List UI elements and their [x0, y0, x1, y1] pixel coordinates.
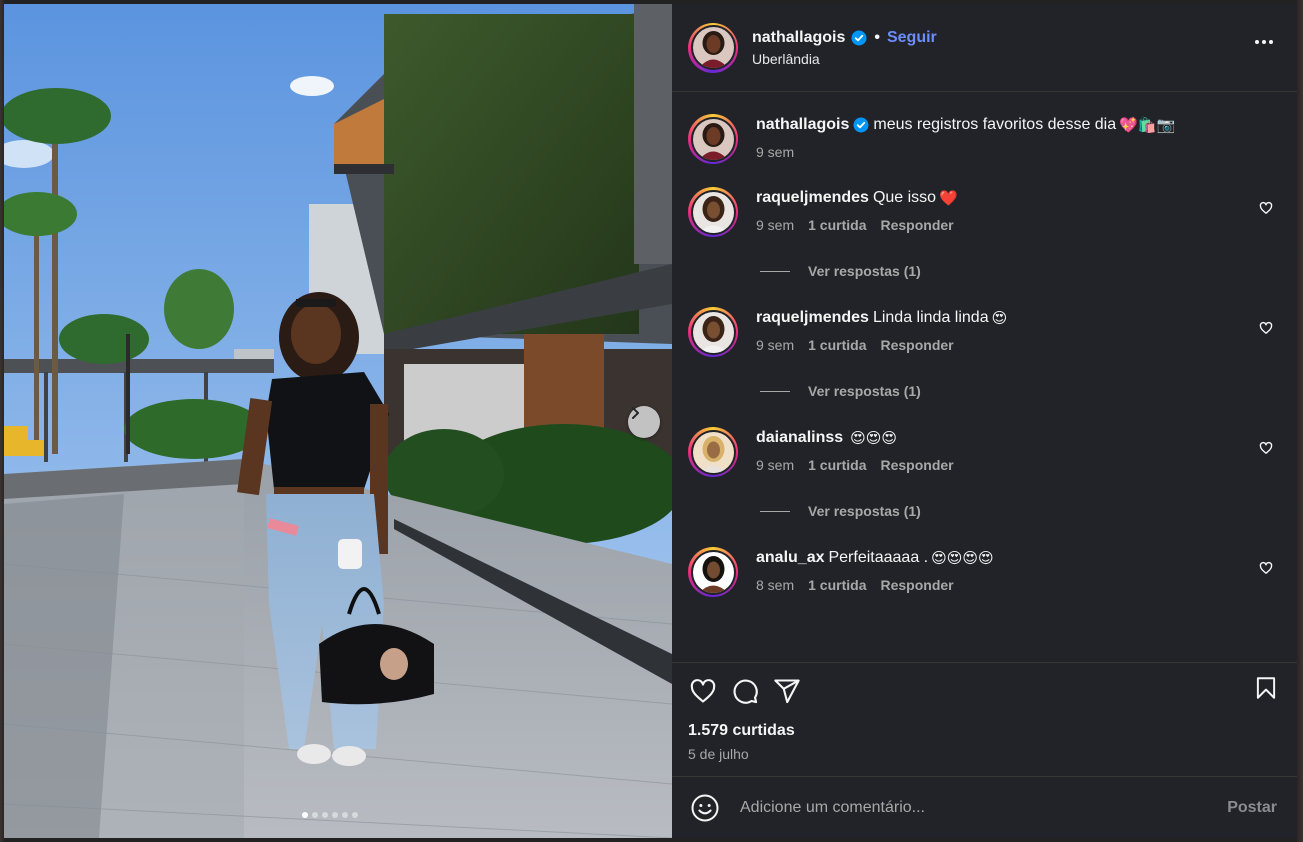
emoji-icon[interactable]	[690, 793, 720, 823]
comment-time[interactable]: 8 sem	[756, 577, 794, 593]
comment-like-count[interactable]: 1 curtida	[808, 217, 866, 233]
replies-divider	[760, 390, 790, 392]
comment-like-count[interactable]: 1 curtida	[808, 577, 866, 593]
carousel-dot	[302, 812, 308, 818]
reply-button[interactable]: Responder	[880, 217, 953, 233]
comment-text: Que isso	[872, 189, 937, 206]
view-replies-button[interactable]: Ver respostas (1)	[760, 383, 1281, 399]
carousel-dot	[352, 812, 358, 818]
author-avatar-image	[692, 27, 734, 68]
comment-icon[interactable]	[730, 677, 760, 705]
carousel-dot	[342, 812, 348, 818]
carousel-dot	[332, 812, 338, 818]
commenter-avatar[interactable]	[688, 307, 738, 357]
comment-input[interactable]	[740, 798, 1228, 817]
chevron-right-icon	[632, 407, 639, 419]
caption-time[interactable]: 9 sem	[756, 144, 794, 160]
view-replies-button[interactable]: Ver respostas (1)	[760, 503, 1281, 519]
author-avatar[interactable]	[688, 22, 738, 73]
comment-like-count[interactable]: 1 curtida	[808, 337, 866, 353]
comment-text: Linda linda linda	[872, 309, 989, 326]
caption-username[interactable]: nathallagois	[756, 114, 849, 136]
comment-emojis: 😍😍😍😍	[931, 549, 994, 567]
comment-item: analu_ax Perfeitaaaaa . 😍😍😍😍 8 sem 1 cur…	[688, 547, 1281, 597]
comment-username[interactable]: analu_ax	[756, 547, 824, 569]
carousel-dot	[322, 812, 328, 818]
post-comment-button[interactable]: Postar	[1227, 799, 1277, 817]
comment-emojis: ❤️	[939, 189, 958, 207]
post-location[interactable]: Uberlândia	[752, 51, 937, 67]
verified-badge-icon	[853, 117, 869, 133]
comment-emojis: 😍😍😍	[850, 429, 898, 447]
comment-item: raqueljmendes Que isso ❤️ 9 sem 1 curtid…	[688, 187, 1281, 237]
like-comment-heart-icon[interactable]	[1259, 561, 1273, 580]
more-options-icon[interactable]	[1255, 40, 1273, 44]
like-comment-heart-icon[interactable]	[1259, 321, 1273, 340]
commenter-avatar-image	[692, 311, 734, 353]
commenter-avatar-image	[692, 191, 734, 233]
header-separator: •	[874, 28, 880, 46]
share-icon[interactable]	[772, 677, 802, 705]
view-replies-label: Ver respostas (1)	[808, 503, 921, 519]
post-date[interactable]: 5 de julho	[672, 746, 1297, 762]
commenter-avatar[interactable]	[688, 427, 738, 477]
comments-list[interactable]: nathallagois meus registros favoritos de…	[672, 92, 1297, 662]
heart-icon[interactable]	[688, 677, 718, 705]
post-modal: nathallagois • Seguir Uberlândia nathall…	[4, 4, 1297, 838]
commenter-avatar[interactable]	[688, 187, 738, 237]
commenter-avatar-image	[692, 551, 734, 593]
comment-item: daianalinss 😍😍😍 9 sem 1 curtida Responde…	[688, 427, 1281, 477]
commenter-avatar-image	[692, 431, 734, 473]
carousel-indicator	[302, 812, 358, 818]
carousel-dot	[312, 812, 318, 818]
comment-time[interactable]: 9 sem	[756, 337, 794, 353]
comment-item: raqueljmendes Linda linda linda 😍 9 sem …	[688, 307, 1281, 357]
commenter-avatar[interactable]	[688, 547, 738, 597]
view-replies-label: Ver respostas (1)	[808, 263, 921, 279]
caption-avatar-image	[692, 118, 734, 160]
post-photo	[4, 4, 672, 838]
caption-avatar[interactable]	[688, 114, 738, 164]
reply-button[interactable]: Responder	[880, 337, 953, 353]
like-comment-heart-icon[interactable]	[1259, 201, 1273, 220]
verified-badge-icon	[851, 30, 867, 46]
like-count[interactable]: 1.579 curtidas	[672, 722, 1297, 740]
reply-button[interactable]: Responder	[880, 457, 953, 473]
post-caption: nathallagois meus registros favoritos de…	[688, 114, 1281, 164]
comment-text: Perfeitaaaaa .	[828, 549, 929, 566]
next-photo-button[interactable]	[628, 406, 660, 438]
caption-text: meus registros favoritos desse dia	[873, 116, 1117, 133]
comment-username[interactable]: daianalinss	[756, 427, 843, 449]
post-header: nathallagois • Seguir Uberlândia	[672, 4, 1297, 92]
replies-divider	[760, 270, 790, 272]
action-bar	[672, 662, 1297, 718]
reply-button[interactable]: Responder	[880, 577, 953, 593]
comment-like-count[interactable]: 1 curtida	[808, 457, 866, 473]
comment-time[interactable]: 9 sem	[756, 217, 794, 233]
post-side-panel: nathallagois • Seguir Uberlândia nathall…	[672, 4, 1297, 838]
comment-username[interactable]: raqueljmendes	[756, 187, 869, 209]
comment-emojis: 😍	[991, 309, 1008, 327]
photo-scene	[4, 4, 672, 838]
caption-emojis: 💖🛍️📷	[1119, 116, 1176, 134]
view-replies-button[interactable]: Ver respostas (1)	[760, 263, 1281, 279]
bookmark-icon[interactable]	[1253, 674, 1279, 707]
follow-button[interactable]: Seguir	[887, 29, 937, 47]
comment-username[interactable]: raqueljmendes	[756, 307, 869, 329]
comment-time[interactable]: 9 sem	[756, 457, 794, 473]
replies-divider	[760, 510, 790, 512]
author-username[interactable]: nathallagois	[752, 29, 845, 47]
comment-composer: Postar	[672, 776, 1297, 838]
view-replies-label: Ver respostas (1)	[808, 383, 921, 399]
like-comment-heart-icon[interactable]	[1259, 441, 1273, 460]
